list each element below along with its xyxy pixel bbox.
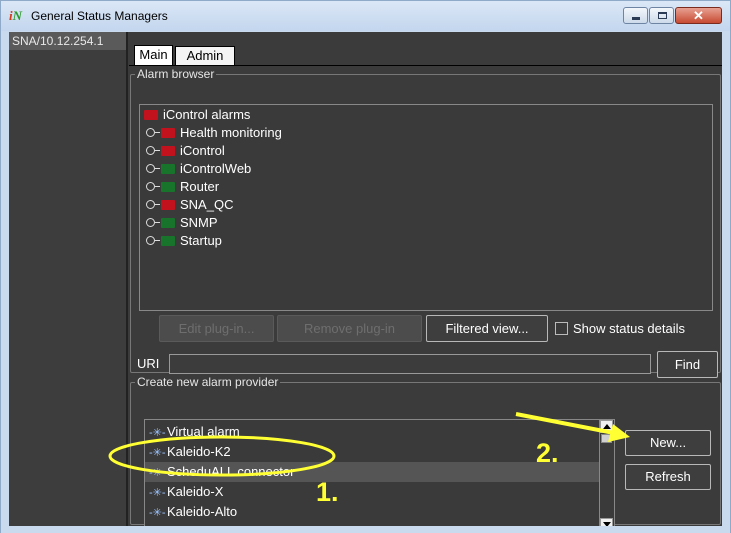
filtered-view-button[interactable]: Filtered view... bbox=[426, 315, 548, 342]
close-button[interactable]: ✕ bbox=[675, 7, 722, 24]
alarm-browser-legend: Alarm browser bbox=[137, 67, 215, 81]
uri-label: URI bbox=[137, 356, 160, 371]
uri-input[interactable] bbox=[169, 354, 651, 374]
app-window: iN General Status Managers ✕ SNA/10.12.2… bbox=[0, 0, 731, 533]
tree-item-label: SNA_QC bbox=[180, 197, 234, 212]
folder-open-icon bbox=[144, 109, 158, 120]
list-item-label: Kaleido-Alto bbox=[167, 504, 238, 519]
alarm-tree[interactable]: iControl alarms Health monitoring iContr… bbox=[139, 104, 713, 311]
folder-icon bbox=[161, 181, 175, 192]
app-logo-icon: iN bbox=[9, 8, 23, 23]
provider-list[interactable]: -✳-Virtual alarm -✳-Kaleido-K2 -✳-Schedu… bbox=[144, 419, 615, 532]
expand-icon[interactable] bbox=[146, 200, 160, 210]
maximize-button[interactable] bbox=[649, 7, 674, 24]
new-provider-button[interactable]: New... bbox=[625, 430, 711, 456]
plugin-icon: -✳- bbox=[149, 427, 166, 439]
tab-divider bbox=[129, 65, 722, 66]
folder-icon bbox=[161, 145, 175, 156]
scroll-thumb[interactable] bbox=[601, 434, 612, 443]
minimize-button[interactable] bbox=[623, 7, 648, 24]
tree-item-label: SNMP bbox=[180, 215, 218, 230]
tree-item-sna-qc[interactable]: SNA_QC bbox=[146, 196, 233, 214]
plugin-icon: -✳- bbox=[149, 507, 166, 519]
step-1-label: 1. bbox=[316, 477, 339, 507]
list-item-label: Kaleido-X bbox=[167, 484, 224, 499]
title-bar[interactable]: iN General Status Managers ✕ bbox=[1, 1, 730, 31]
plugin-icon: -✳- bbox=[149, 487, 166, 499]
list-item-kaleido-x[interactable]: -✳-Kaleido-X bbox=[145, 482, 600, 502]
find-button[interactable]: Find bbox=[657, 351, 718, 378]
edit-plugin-button[interactable]: Edit plug-in... bbox=[159, 315, 274, 342]
expand-icon[interactable] bbox=[146, 146, 160, 156]
client-area: SNA/10.12.254.1 Main Admin Alarm browser… bbox=[9, 32, 722, 532]
refresh-button[interactable]: Refresh bbox=[625, 464, 711, 490]
expand-icon[interactable] bbox=[146, 164, 160, 174]
expand-icon[interactable] bbox=[146, 236, 160, 246]
list-item-virtual-alarm[interactable]: -✳-Virtual alarm bbox=[145, 422, 600, 442]
list-item-label: Virtual alarm bbox=[167, 424, 240, 439]
main-panel: Main Admin Alarm browser iControl alarms… bbox=[129, 32, 722, 532]
scroll-up-icon[interactable] bbox=[600, 420, 613, 433]
tree-root-label: iControl alarms bbox=[163, 107, 251, 122]
folder-icon bbox=[161, 217, 175, 228]
folder-icon bbox=[161, 199, 175, 210]
tab-main[interactable]: Main bbox=[134, 45, 173, 66]
expand-icon[interactable] bbox=[146, 128, 160, 138]
alarm-browser-group: Alarm browser iControl alarms Health mon… bbox=[130, 67, 721, 378]
tree-item-health-monitoring[interactable]: Health monitoring bbox=[146, 124, 282, 142]
folder-icon bbox=[161, 235, 175, 246]
tab-admin[interactable]: Admin bbox=[175, 46, 235, 65]
tree-item-label: iControl bbox=[180, 143, 225, 158]
create-provider-group: Create new alarm provider -✳-Virtual ala… bbox=[130, 375, 721, 532]
folder-icon bbox=[161, 127, 175, 138]
expand-icon[interactable] bbox=[146, 182, 160, 192]
provider-list-scrollbar[interactable] bbox=[599, 420, 614, 531]
tree-item-snmp[interactable]: SNMP bbox=[146, 214, 218, 232]
device-sidebar: SNA/10.12.254.1 bbox=[9, 32, 128, 526]
tree-item-label: Health monitoring bbox=[180, 125, 282, 140]
expand-icon[interactable] bbox=[146, 218, 160, 228]
tree-item-icontrol[interactable]: iControl bbox=[146, 142, 225, 160]
maximize-icon bbox=[658, 12, 667, 19]
window-title: General Status Managers bbox=[31, 9, 168, 23]
create-provider-legend: Create new alarm provider bbox=[137, 375, 279, 389]
minimize-icon bbox=[632, 17, 640, 20]
remove-plugin-button[interactable]: Remove plug-in bbox=[277, 315, 422, 342]
tree-item-label: Startup bbox=[180, 233, 222, 248]
show-status-details-checkbox[interactable] bbox=[555, 322, 568, 335]
tree-item-startup[interactable]: Startup bbox=[146, 232, 222, 250]
window-bottom-frame bbox=[1, 526, 730, 533]
tree-item-label: iControlWeb bbox=[180, 161, 252, 176]
close-icon: ✕ bbox=[693, 8, 704, 23]
tree-item-icontrolweb[interactable]: iControlWeb bbox=[146, 160, 251, 178]
plugin-icon: -✳- bbox=[149, 447, 166, 459]
list-item-kaleido-alto[interactable]: -✳-Kaleido-Alto bbox=[145, 502, 600, 522]
tree-item-label: Router bbox=[180, 179, 220, 194]
step-2-label: 2. bbox=[536, 438, 559, 468]
tree-root[interactable]: iControl alarms bbox=[144, 106, 250, 124]
list-item-scheduall-connector[interactable]: -✳-ScheduALL connector bbox=[145, 462, 600, 482]
folder-icon bbox=[161, 163, 175, 174]
list-item-label: Kaleido-K2 bbox=[167, 444, 231, 459]
tree-item-router[interactable]: Router bbox=[146, 178, 219, 196]
device-item[interactable]: SNA/10.12.254.1 bbox=[9, 32, 126, 50]
show-status-details-label: Show status details bbox=[573, 321, 686, 336]
plugin-icon: -✳- bbox=[149, 467, 166, 479]
list-item-kaleido-k2[interactable]: -✳-Kaleido-K2 bbox=[145, 442, 600, 462]
list-item-label: ScheduALL connector bbox=[167, 464, 295, 479]
